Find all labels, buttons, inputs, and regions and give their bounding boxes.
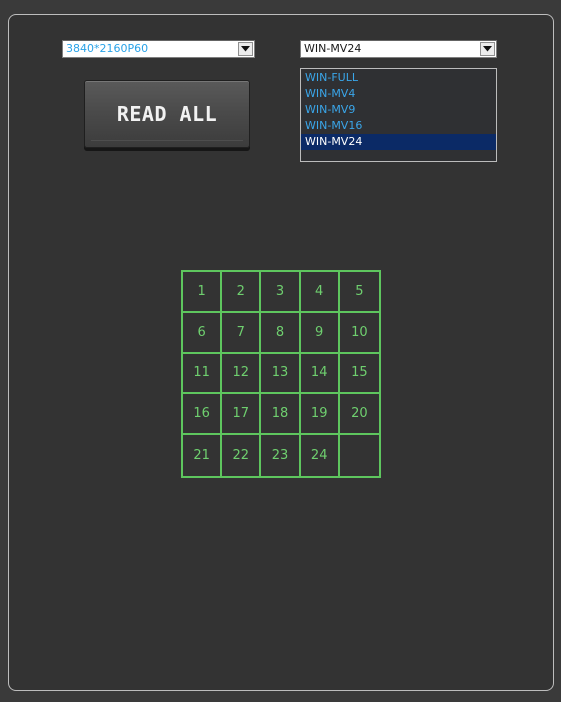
grid-cell[interactable]: 13 [261,353,301,395]
mode-dropdown-button[interactable] [480,42,495,56]
mode-option[interactable]: WIN-MV9 [301,102,496,118]
resolution-dropdown-button[interactable] [238,42,253,56]
resolution-select[interactable]: 3840*2160P60 [62,40,255,58]
mode-option-selected[interactable]: WIN-MV24 [301,134,496,150]
grid-cell[interactable]: 3 [261,272,301,313]
grid-cell[interactable]: 2 [222,272,262,313]
grid-cell-empty[interactable] [340,435,379,476]
grid-cell[interactable]: 12 [222,353,262,395]
grid-cell[interactable]: 4 [300,272,340,313]
grid-cell[interactable]: 1 [183,272,223,313]
mode-value[interactable]: WIN-MV24 [304,42,361,55]
grid-cell[interactable]: 17 [222,394,262,436]
grid-cell[interactable]: 10 [339,313,379,354]
chevron-down-icon [241,46,250,52]
grid-cell[interactable]: 18 [261,394,301,436]
grid-cell[interactable]: 11 [183,353,223,395]
mode-dropdown-list: WIN-FULL WIN-MV4 WIN-MV9 WIN-MV16 WIN-MV… [300,68,497,162]
read-all-button[interactable]: READ ALL [84,80,250,148]
grid-cell[interactable]: 24 [301,435,340,476]
window-grid: 1 2 3 4 5 6 7 8 9 10 11 12 13 14 15 16 17 18 19 20 21 22 23 24 [181,270,381,478]
grid-cell[interactable]: 22 [222,435,262,476]
resolution-value: 3840*2160P60 [66,42,149,55]
grid-cell[interactable]: 20 [339,394,379,436]
grid-cell[interactable]: 9 [300,312,340,354]
mode-option[interactable]: WIN-MV4 [301,86,496,102]
grid-cell[interactable]: 5 [339,272,379,313]
grid-cell[interactable]: 21 [183,435,223,476]
grid-cell[interactable]: 7 [222,312,262,354]
grid-cell[interactable]: 14 [300,353,340,395]
mode-select[interactable]: WIN-MV24 [300,40,497,58]
grid-cell[interactable]: 8 [261,312,301,354]
grid-cell[interactable]: 19 [300,394,340,436]
grid-cell[interactable]: 15 [339,354,379,395]
mode-option[interactable]: WIN-MV16 [301,118,496,134]
chevron-down-icon [483,46,492,52]
grid-cell[interactable]: 6 [183,312,223,354]
mode-option[interactable]: WIN-FULL [301,70,496,86]
grid-cell[interactable]: 23 [261,435,301,476]
grid-cell[interactable]: 16 [183,394,223,436]
